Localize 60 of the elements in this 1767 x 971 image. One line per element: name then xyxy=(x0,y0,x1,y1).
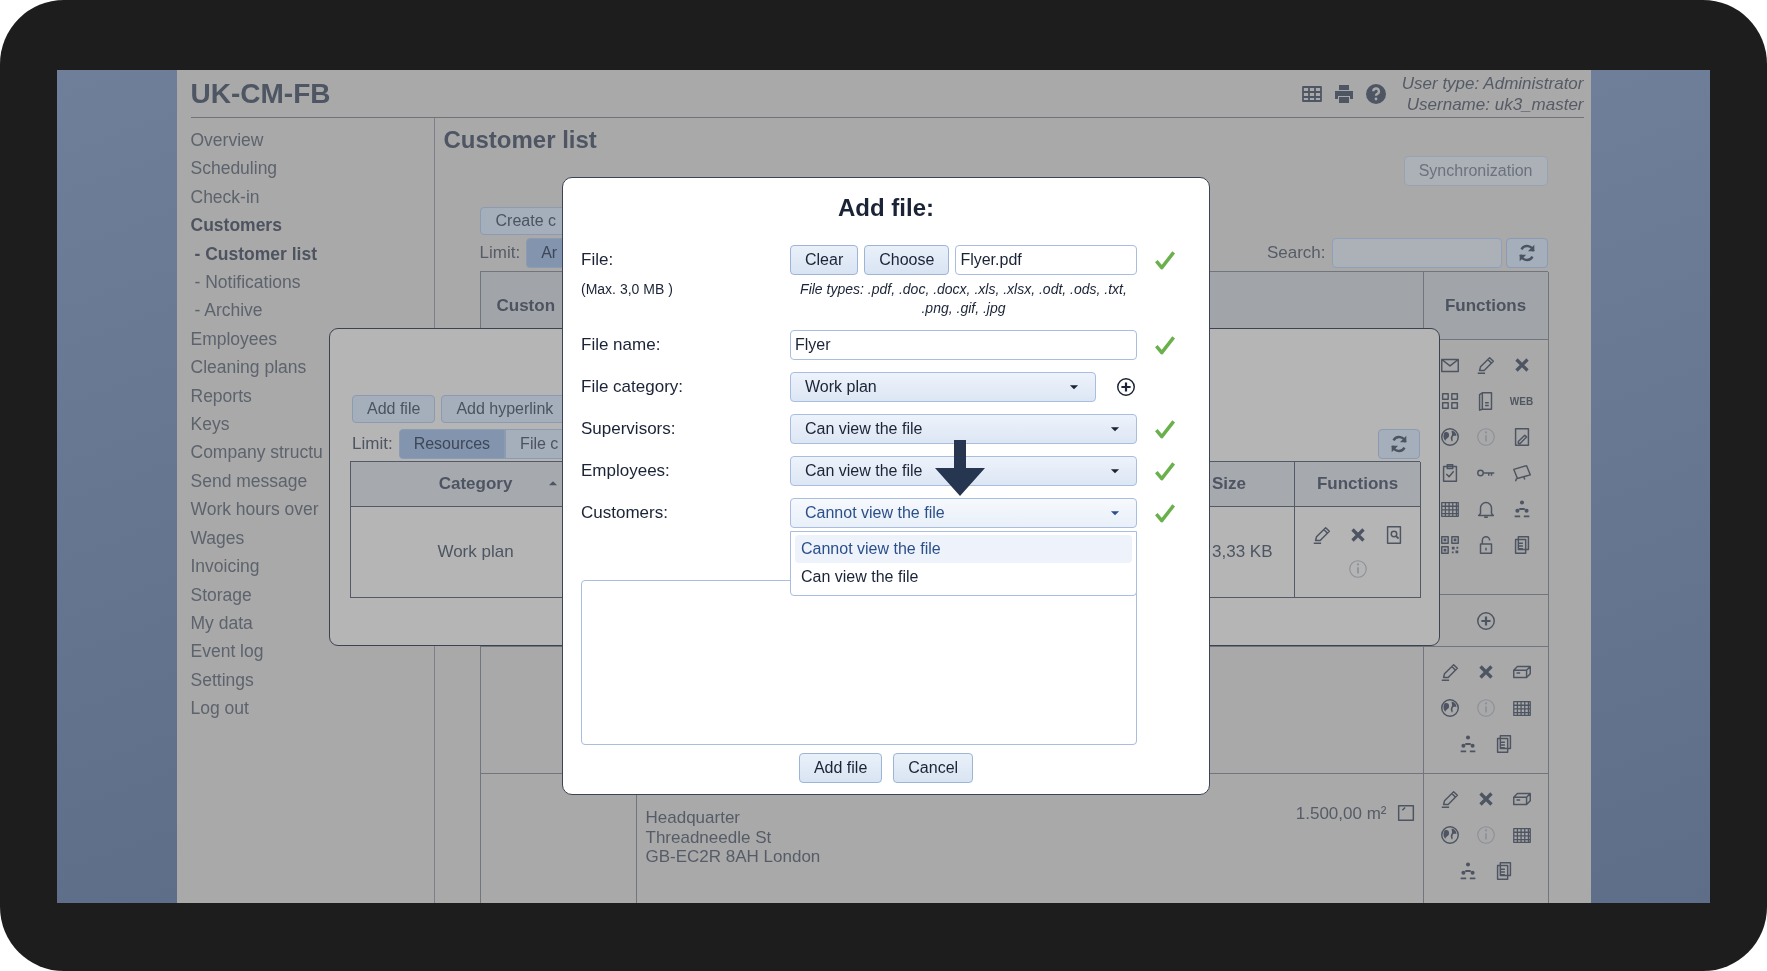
dropdown[interactable]: Cannot view the file xyxy=(790,498,1137,528)
globe-icon[interactable] xyxy=(1438,697,1461,719)
field-label: File: xyxy=(581,250,615,270)
column-header: Size xyxy=(1212,474,1247,494)
limit-label: Limit: xyxy=(352,434,393,454)
map-icon[interactable] xyxy=(1510,462,1533,484)
dropdown-option[interactable]: Can view the file xyxy=(795,563,1132,591)
dialog-button[interactable]: Cancel xyxy=(893,753,974,783)
choose-button[interactable]: Choose xyxy=(864,245,950,275)
add-icon[interactable] xyxy=(1115,376,1137,398)
nav-item[interactable]: - Archive xyxy=(190,296,434,325)
address-line: Threadneedle St xyxy=(645,827,773,847)
refresh-button[interactable] xyxy=(1378,429,1420,459)
filter-tab[interactable]: Resources xyxy=(398,429,506,459)
nav-item[interactable]: Overview xyxy=(190,126,434,155)
address-line: Headquarter xyxy=(645,808,741,828)
file-field[interactable]: Flyer.pdf xyxy=(955,245,1137,275)
page-title: Customer list xyxy=(443,125,598,155)
refresh-button[interactable] xyxy=(1505,238,1548,268)
column-header: Functions xyxy=(1316,474,1399,494)
clear-button[interactable]: Clear xyxy=(790,245,859,275)
toolbar-button[interactable]: Add file xyxy=(352,395,436,423)
pointer-arrow xyxy=(935,440,985,496)
search-label: Search: xyxy=(1266,243,1326,263)
table-cell: Work plan xyxy=(437,542,514,562)
user-type: User type: Administrator xyxy=(1401,72,1584,94)
field-label: File category: xyxy=(581,377,685,397)
dropdown-option[interactable]: Cannot view the file xyxy=(795,535,1132,563)
table-cell: 3,33 KB xyxy=(1212,542,1273,562)
app-title: UK-CM-FB xyxy=(190,77,331,110)
nav-item[interactable]: Event log xyxy=(190,637,434,666)
field-label: Customers: xyxy=(581,503,669,523)
web-label[interactable]: WEB xyxy=(1510,390,1533,412)
globe-icon[interactable] xyxy=(1438,426,1461,448)
nav-item[interactable]: Log out xyxy=(190,694,434,723)
dialog-button[interactable]: Add file xyxy=(798,753,883,783)
nav-item[interactable]: - Customer list xyxy=(190,239,434,269)
nav-item[interactable]: Settings xyxy=(190,665,434,695)
nav-item[interactable]: Check-in xyxy=(190,182,434,212)
globe-icon[interactable] xyxy=(1438,824,1461,846)
dialog-title: Add file: xyxy=(837,193,935,223)
address-line: GB-EC2R 8AH London xyxy=(645,847,821,867)
dropdown[interactable]: Can view the file xyxy=(790,414,1137,444)
nav-item[interactable]: Customers xyxy=(190,211,434,240)
dropdown[interactable]: Work plan xyxy=(790,372,1096,402)
limit-label: Limit: xyxy=(479,243,521,263)
field-label: Employees: xyxy=(581,461,671,481)
qr-code-icon[interactable] xyxy=(1438,534,1461,556)
column-header: Functions xyxy=(1423,272,1549,340)
nav-item[interactable]: - Notifications xyxy=(190,268,434,297)
text-field[interactable]: Flyer xyxy=(790,330,1137,360)
search-field[interactable] xyxy=(1331,238,1502,268)
dropdown[interactable]: Can view the file xyxy=(790,456,1137,486)
file-types-note: File types: .pdf, .doc, .docx, .xls, .xlsx, .odt, .ods, .txt, .png, .gif, .jpg xyxy=(799,280,1128,318)
field-label: Supervisors: xyxy=(581,419,677,439)
area-value: 1.500,00 m² xyxy=(1295,803,1387,825)
column-header: Category xyxy=(438,474,513,494)
username: Username: uk3_master xyxy=(1406,93,1584,115)
help-icon[interactable] xyxy=(1363,81,1388,106)
nav-item[interactable]: Scheduling xyxy=(190,154,434,183)
